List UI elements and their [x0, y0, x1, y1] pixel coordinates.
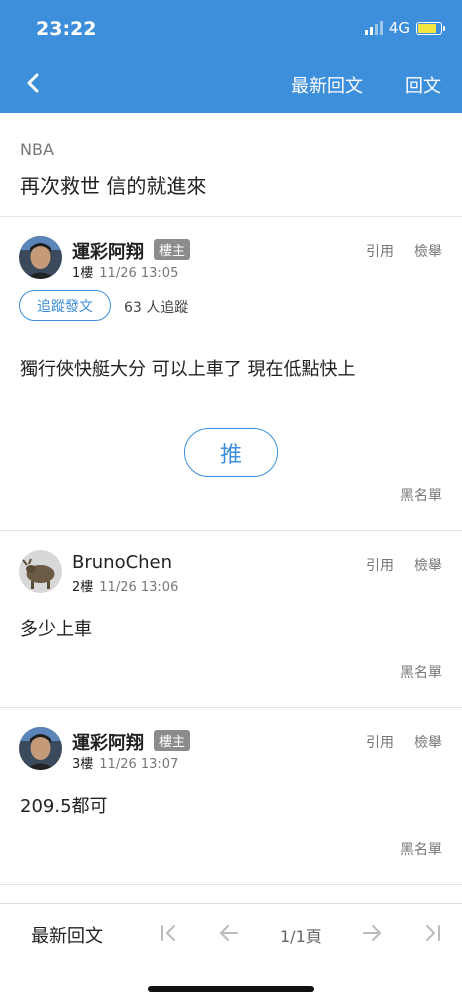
quote-button[interactable]: 引用: [366, 241, 394, 261]
floor-number: 1樓: [72, 266, 94, 281]
follower-count: 63 人追蹤: [124, 300, 189, 316]
floor-info: 2樓 11/26 13:06: [72, 576, 178, 595]
floor-info: 3樓 11/26 13:07: [72, 753, 178, 772]
status-time: 23:22: [36, 18, 97, 40]
floor-number: 2樓: [72, 580, 94, 595]
back-icon[interactable]: [22, 68, 46, 98]
home-indicator: [148, 986, 314, 992]
post-floor-1: 運彩阿翔 樓主 1樓 11/26 13:05 引用 檢舉 追蹤發文 63 人追蹤 …: [0, 217, 462, 531]
quote-button[interactable]: 引用: [366, 555, 394, 575]
post-floor-3: 運彩阿翔 樓主 3樓 11/26 13:07 引用 檢舉 209.5都可 黑名單: [0, 708, 462, 885]
top-header: 23:22 4G 最新回文 回文: [0, 0, 462, 113]
blacklist-button[interactable]: 黑名單: [400, 839, 442, 859]
op-badge: 樓主: [154, 239, 191, 260]
first-page-icon[interactable]: [158, 922, 180, 944]
blacklist-button[interactable]: 黑名單: [400, 662, 442, 682]
author-name[interactable]: BrunoChen: [72, 552, 172, 573]
avatar[interactable]: [19, 550, 62, 593]
follow-button[interactable]: 追蹤發文: [19, 290, 111, 321]
topic-title: 再次救世 信的就進來: [20, 174, 207, 198]
post-date: 11/26 13:07: [99, 757, 179, 772]
blacklist-button[interactable]: 黑名單: [400, 485, 442, 505]
floor-info: 1樓 11/26 13:05: [72, 262, 178, 281]
report-button[interactable]: 檢舉: [414, 555, 442, 575]
status-indicators: 4G: [364, 19, 445, 37]
post-content: 209.5都可: [20, 796, 108, 817]
author-name[interactable]: 運彩阿翔: [72, 729, 144, 755]
quote-button[interactable]: 引用: [366, 732, 394, 752]
avatar[interactable]: [19, 727, 62, 770]
push-button[interactable]: 推: [184, 428, 278, 477]
network-label: 4G: [388, 19, 410, 37]
prev-page-icon[interactable]: [218, 922, 240, 944]
page-indicator[interactable]: 1/1頁: [280, 923, 322, 947]
report-button[interactable]: 檢舉: [414, 241, 442, 261]
signal-icon: [364, 21, 383, 35]
post-date: 11/26 13:06: [99, 580, 179, 595]
bottom-bar: 最新回文 1/1頁: [0, 903, 462, 1000]
floor-number: 3樓: [72, 757, 94, 772]
next-page-icon[interactable]: [361, 922, 383, 944]
post-floor-2: BrunoChen 2樓 11/26 13:06 引用 檢舉 多少上車 黑名單: [0, 531, 462, 708]
post-content: 獨行俠快艇大分 可以上車了 現在低點快上: [20, 359, 356, 380]
topic-header: NBA 再次救世 信的就進來: [0, 113, 462, 217]
report-button[interactable]: 檢舉: [414, 732, 442, 752]
avatar[interactable]: [19, 236, 62, 279]
last-page-icon[interactable]: [421, 922, 443, 944]
post-date: 11/26 13:05: [99, 266, 179, 281]
reply-button[interactable]: 回文: [405, 72, 441, 98]
author-name[interactable]: 運彩阿翔: [72, 238, 144, 264]
op-badge: 樓主: [154, 730, 191, 751]
battery-icon: [416, 21, 445, 35]
latest-reply-button[interactable]: 最新回文: [291, 72, 363, 98]
topic-category[interactable]: NBA: [20, 140, 54, 159]
latest-reply-tab[interactable]: 最新回文: [31, 922, 103, 948]
post-content: 多少上車: [20, 619, 92, 640]
